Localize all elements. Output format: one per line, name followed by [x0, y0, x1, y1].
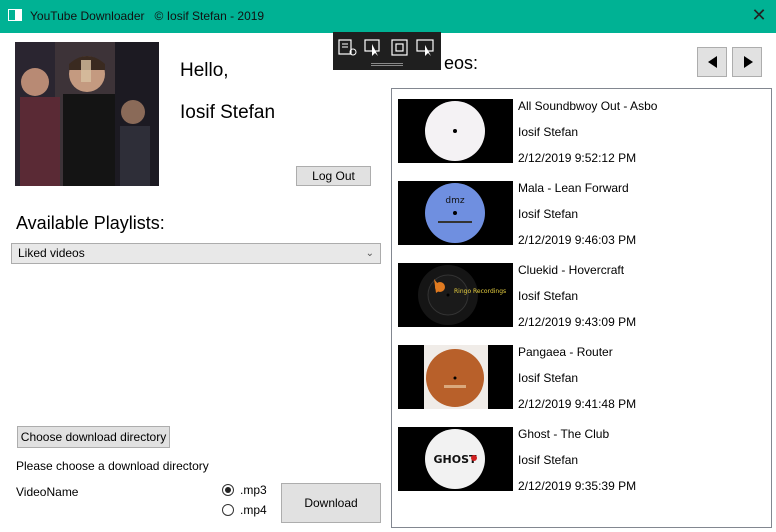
drag-handle[interactable]: [371, 63, 403, 66]
close-button[interactable]: ✕: [746, 4, 772, 28]
previous-page-button[interactable]: [697, 47, 727, 77]
video-date: 2/12/2019 9:52:12 PM: [518, 151, 637, 165]
video-title: Pangaea - Router: [518, 345, 613, 359]
video-thumbnail: GHOST: [398, 427, 513, 491]
video-date: 2/12/2019 9:35:39 PM: [518, 479, 637, 493]
app-icon: [8, 9, 22, 21]
playlist-selected-value: Liked videos: [18, 246, 85, 260]
playlist-dropdown[interactable]: Liked videos ⌄: [11, 243, 381, 264]
video-date: 2/12/2019 9:41:48 PM: [518, 397, 637, 411]
list-item[interactable]: All Soundbwoy Out - Asbo Iosif Stefan 2/…: [398, 89, 768, 167]
format-label: .mp4: [240, 503, 267, 517]
video-date: 2/12/2019 9:46:03 PM: [518, 233, 637, 247]
video-channel: Iosif Stefan: [518, 207, 579, 221]
video-list[interactable]: All Soundbwoy Out - Asbo Iosif Stefan 2/…: [391, 88, 772, 528]
logout-button[interactable]: Log Out: [296, 166, 371, 186]
videos-label: eos:: [444, 53, 479, 73]
video-channel: Iosif Stefan: [518, 371, 579, 385]
arrow-right-icon: [744, 56, 753, 68]
radio-empty-icon: [222, 504, 234, 516]
list-item[interactable]: GHOST Ghost - The Club Iosif Stefan 2/12…: [398, 417, 768, 495]
format-label: .mp3: [240, 483, 267, 497]
video-thumbnail: [398, 99, 513, 163]
list-item[interactable]: Ringo Recordings Cluekid - Hovercraft Io…: [398, 253, 768, 331]
video-thumbnail: [398, 345, 513, 409]
arrow-left-icon: [708, 56, 717, 68]
track-focus-icon[interactable]: [416, 39, 436, 57]
video-date: 2/12/2019 9:43:09 PM: [518, 315, 637, 329]
username: Iosif Stefan: [180, 102, 276, 123]
thumbnail-label-text: GHOST: [433, 453, 477, 466]
video-thumbnail: dmz: [398, 181, 513, 245]
next-page-button[interactable]: [732, 47, 762, 77]
title-bar: YouTube Downloader © Iosif Stefan - 2019…: [0, 0, 776, 33]
layout-adorners-icon[interactable]: [390, 39, 410, 57]
video-title: Cluekid - Hovercraft: [518, 263, 625, 277]
thumbnail-label-text: dmz: [445, 196, 464, 206]
profile-photo: [15, 42, 159, 186]
list-item[interactable]: Pangaea - Router Iosif Stefan 2/12/2019 …: [398, 335, 768, 413]
debug-toolbar: [333, 32, 441, 70]
video-name-label: VideoName: [16, 485, 79, 499]
video-title: Ghost - The Club: [518, 427, 610, 441]
directory-status: Please choose a download directory: [16, 459, 209, 473]
download-button[interactable]: Download: [281, 483, 381, 523]
playlists-label: Available Playlists:: [16, 213, 165, 233]
video-channel: Iosif Stefan: [518, 289, 579, 303]
window-title: YouTube Downloader © Iosif Stefan - 2019: [30, 9, 265, 23]
select-element-icon[interactable]: [364, 39, 384, 57]
video-title: Mala - Lean Forward: [518, 181, 629, 195]
video-channel: Iosif Stefan: [518, 453, 579, 467]
video-thumbnail: Ringo Recordings: [398, 263, 513, 327]
video-channel: Iosif Stefan: [518, 125, 579, 139]
thumbnail-label-text: Ringo Recordings: [454, 288, 506, 295]
list-item[interactable]: dmz Mala - Lean Forward Iosif Stefan 2/1…: [398, 171, 768, 249]
radio-selected-icon: [222, 484, 234, 496]
greeting: Hello,: [180, 60, 229, 81]
choose-directory-button[interactable]: Choose download directory: [17, 426, 170, 448]
chevron-down-icon: ⌄: [365, 248, 374, 259]
live-tree-icon[interactable]: [338, 39, 358, 57]
video-title: All Soundbwoy Out - Asbo: [518, 99, 658, 113]
